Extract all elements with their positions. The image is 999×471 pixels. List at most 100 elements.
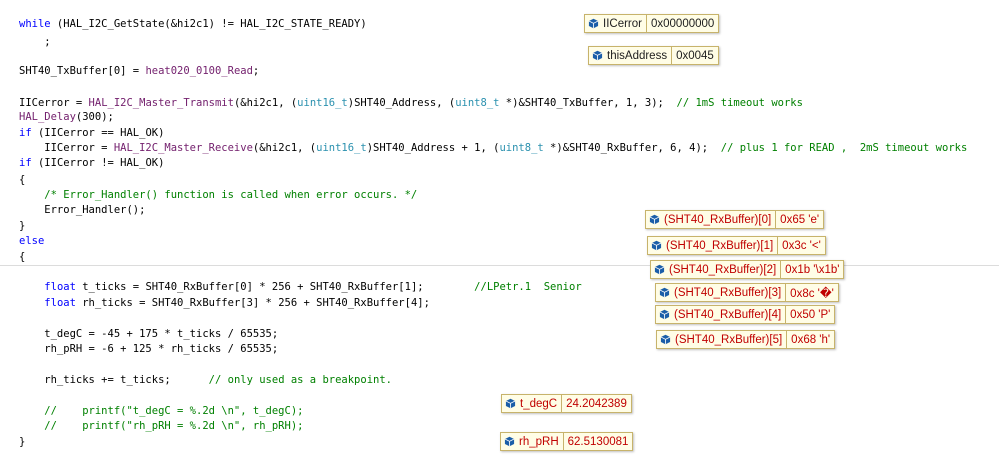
datatip-rxbuffer-2[interactable]: (SHT40_RxBuffer)[2] 0x1b '\x1b' (650, 260, 845, 279)
variable-cube-icon (648, 237, 664, 254)
datatip-value[interactable]: 24.2042389 (561, 395, 631, 412)
comment-token: // plus 1 for READ , 2mS timeout works (720, 142, 968, 154)
variable-cube-icon (657, 331, 673, 348)
code-line-8: if (IICerror != HAL_OK) (19, 156, 164, 170)
code-text: IICerror = (19, 142, 114, 154)
datatip-value[interactable]: 0x1b '\x1b' (780, 261, 843, 278)
code-line-15: float t_ticks = SHT40_RxBuffer[0] * 256 … (19, 280, 582, 294)
variable-cube-icon (501, 433, 517, 450)
function-token: HAL_Delay (19, 111, 76, 123)
datatip-iicerror[interactable]: IICerror 0x00000000 (584, 14, 720, 33)
code-line-2: ; (19, 35, 51, 49)
code-text: *)&SHT40_TxBuffer, 1, 3); (499, 97, 677, 109)
code-line-6: if (IICerror == HAL_OK) (19, 126, 164, 140)
datatip-rxbuffer-1[interactable]: (SHT40_RxBuffer)[1] 0x3c '<' (647, 236, 826, 255)
code-text: { (19, 174, 26, 186)
datatip-rh-prh[interactable]: rh_pRH 62.5130081 (500, 432, 634, 451)
function-token: HAL_I2C_Master_Transmit (88, 97, 234, 109)
code-line-22: } (19, 435, 25, 449)
comment-token: // printf("rh_pRH = %.2d \n", rh_pRH); (19, 420, 304, 432)
type-token: uint8_t (455, 97, 500, 109)
variable-cube-icon (656, 284, 672, 301)
code-line-14: { (19, 250, 25, 264)
variable-cube-icon (646, 211, 662, 228)
datatip-name: t_degC (520, 397, 558, 410)
code-line-1: while (HAL_I2C_GetState(&hi2c1) != HAL_I… (19, 17, 367, 31)
code-line-12: } (19, 219, 25, 233)
datatip-value[interactable]: 0x8c '�' (785, 284, 838, 301)
variable-cube-icon (585, 15, 601, 32)
datatip-rxbuffer-0[interactable]: (SHT40_RxBuffer)[0] 0x65 'e' (645, 210, 825, 229)
code-text: (300); (75, 111, 114, 123)
datatip-name: IICerror (603, 17, 642, 30)
code-text: (&hi2c1, ( (233, 97, 298, 109)
comment-token: // printf("t_degC = %.2d \n", t_degC); (19, 405, 304, 417)
code-line-3: SHT40_TxBuffer[0] = heat020_0100_Read; (19, 64, 259, 78)
datatip-value[interactable]: 0x00000000 (645, 15, 718, 32)
code-line-20: // printf("t_degC = %.2d \n", t_degC); (19, 404, 303, 418)
datatip-rxbuffer-5[interactable]: (SHT40_RxBuffer)[5] 0x68 'h' (656, 330, 836, 349)
code-line-17: t_degC = -45 + 175 * t_ticks / 65535; (19, 327, 278, 341)
datatip-value[interactable]: 0x3c '<' (777, 237, 825, 254)
code-line-21: // printf("rh_pRH = %.2d \n", rh_pRH); (19, 419, 303, 433)
code-text: ; (252, 65, 260, 77)
datatip-rxbuffer-4[interactable]: (SHT40_RxBuffer)[4] 0x50 'P' (655, 305, 836, 324)
datatip-value[interactable]: 0x0045 (671, 47, 718, 64)
comment-token: // 1mS timeout works (676, 97, 803, 109)
code-line-16: float rh_ticks = SHT40_RxBuffer[3] * 256… (19, 296, 430, 310)
datatip-name: (SHT40_RxBuffer)[5] (675, 333, 783, 346)
variable-cube-icon (589, 47, 605, 64)
code-line-7: IICerror = HAL_I2C_Master_Receive(&hi2c1… (19, 141, 967, 155)
code-editor[interactable]: while (HAL_I2C_GetState(&hi2c1) != HAL_I… (0, 0, 999, 471)
code-line-18: rh_pRH = -6 + 125 * rh_ticks / 65535; (19, 342, 278, 356)
datatip-value[interactable]: 0x50 'P' (785, 306, 834, 323)
code-line-5: HAL_Delay(300); (19, 110, 114, 124)
datatip-name: (SHT40_RxBuffer)[4] (674, 308, 782, 321)
comment-token: //LPetr.1 Senior (474, 281, 582, 293)
code-text: )SHT40_Address + 1, ( (366, 142, 500, 154)
datatip-name: thisAddress (607, 49, 668, 62)
code-text: (&hi2c1, ( (252, 142, 317, 154)
variable-cube-icon (502, 395, 518, 412)
keyword-token: while (19, 18, 51, 30)
code-line-13: else (19, 234, 44, 248)
datatip-value[interactable]: 0x68 'h' (786, 331, 834, 348)
code-text: Error_Handler(); (19, 204, 146, 216)
keyword-token: else (19, 235, 45, 247)
keyword-token: float (44, 281, 76, 293)
code-line-10: /* Error_Handler() function is called wh… (19, 188, 417, 202)
comment-token: /* Error_Handler() function is called wh… (19, 189, 418, 201)
type-token: uint16_t (297, 97, 348, 109)
code-text: (IICerror != HAL_OK) (31, 157, 165, 169)
code-line-11: Error_Handler(); (19, 203, 145, 217)
keyword-token: if (19, 157, 32, 169)
datatip-thisaddress[interactable]: thisAddress 0x0045 (588, 46, 719, 65)
macro-token: heat020_0100_Read (145, 65, 253, 77)
datatip-name: (SHT40_RxBuffer)[3] (674, 286, 782, 299)
datatip-name: (SHT40_RxBuffer)[0] (664, 213, 772, 226)
variable-cube-icon (656, 306, 672, 323)
datatip-value[interactable]: 62.5130081 (562, 433, 633, 450)
code-text: rh_pRH = -6 + 125 * rh_ticks / 65535; (19, 343, 279, 355)
code-text: rh_ticks = SHT40_RxBuffer[3] * 256 + SHT… (75, 297, 430, 309)
code-text: } (19, 220, 26, 232)
variable-cube-icon (651, 261, 667, 278)
code-line-9: { (19, 173, 25, 187)
comment-token: // only used as a breakpoint. (208, 374, 392, 386)
code-text: { (19, 251, 26, 263)
keyword-token: if (19, 127, 32, 139)
code-text: t_degC = -45 + 175 * t_ticks / 65535; (19, 328, 279, 340)
code-text: *)&SHT40_RxBuffer, 6, 4); (543, 142, 721, 154)
datatip-t-degc[interactable]: t_degC 24.2042389 (501, 394, 632, 413)
code-text: )SHT40_Address, ( (347, 97, 456, 109)
type-token: uint16_t (316, 142, 367, 154)
datatip-value[interactable]: 0x65 'e' (775, 211, 823, 228)
code-text: IICerror = (19, 97, 89, 109)
datatip-rxbuffer-3[interactable]: (SHT40_RxBuffer)[3] 0x8c '�' (655, 283, 839, 302)
code-text: } (19, 436, 26, 448)
code-text: ; (19, 36, 51, 48)
code-line-19: rh_ticks += t_ticks; // only used as a b… (19, 373, 392, 387)
datatip-name: (SHT40_RxBuffer)[1] (666, 239, 774, 252)
